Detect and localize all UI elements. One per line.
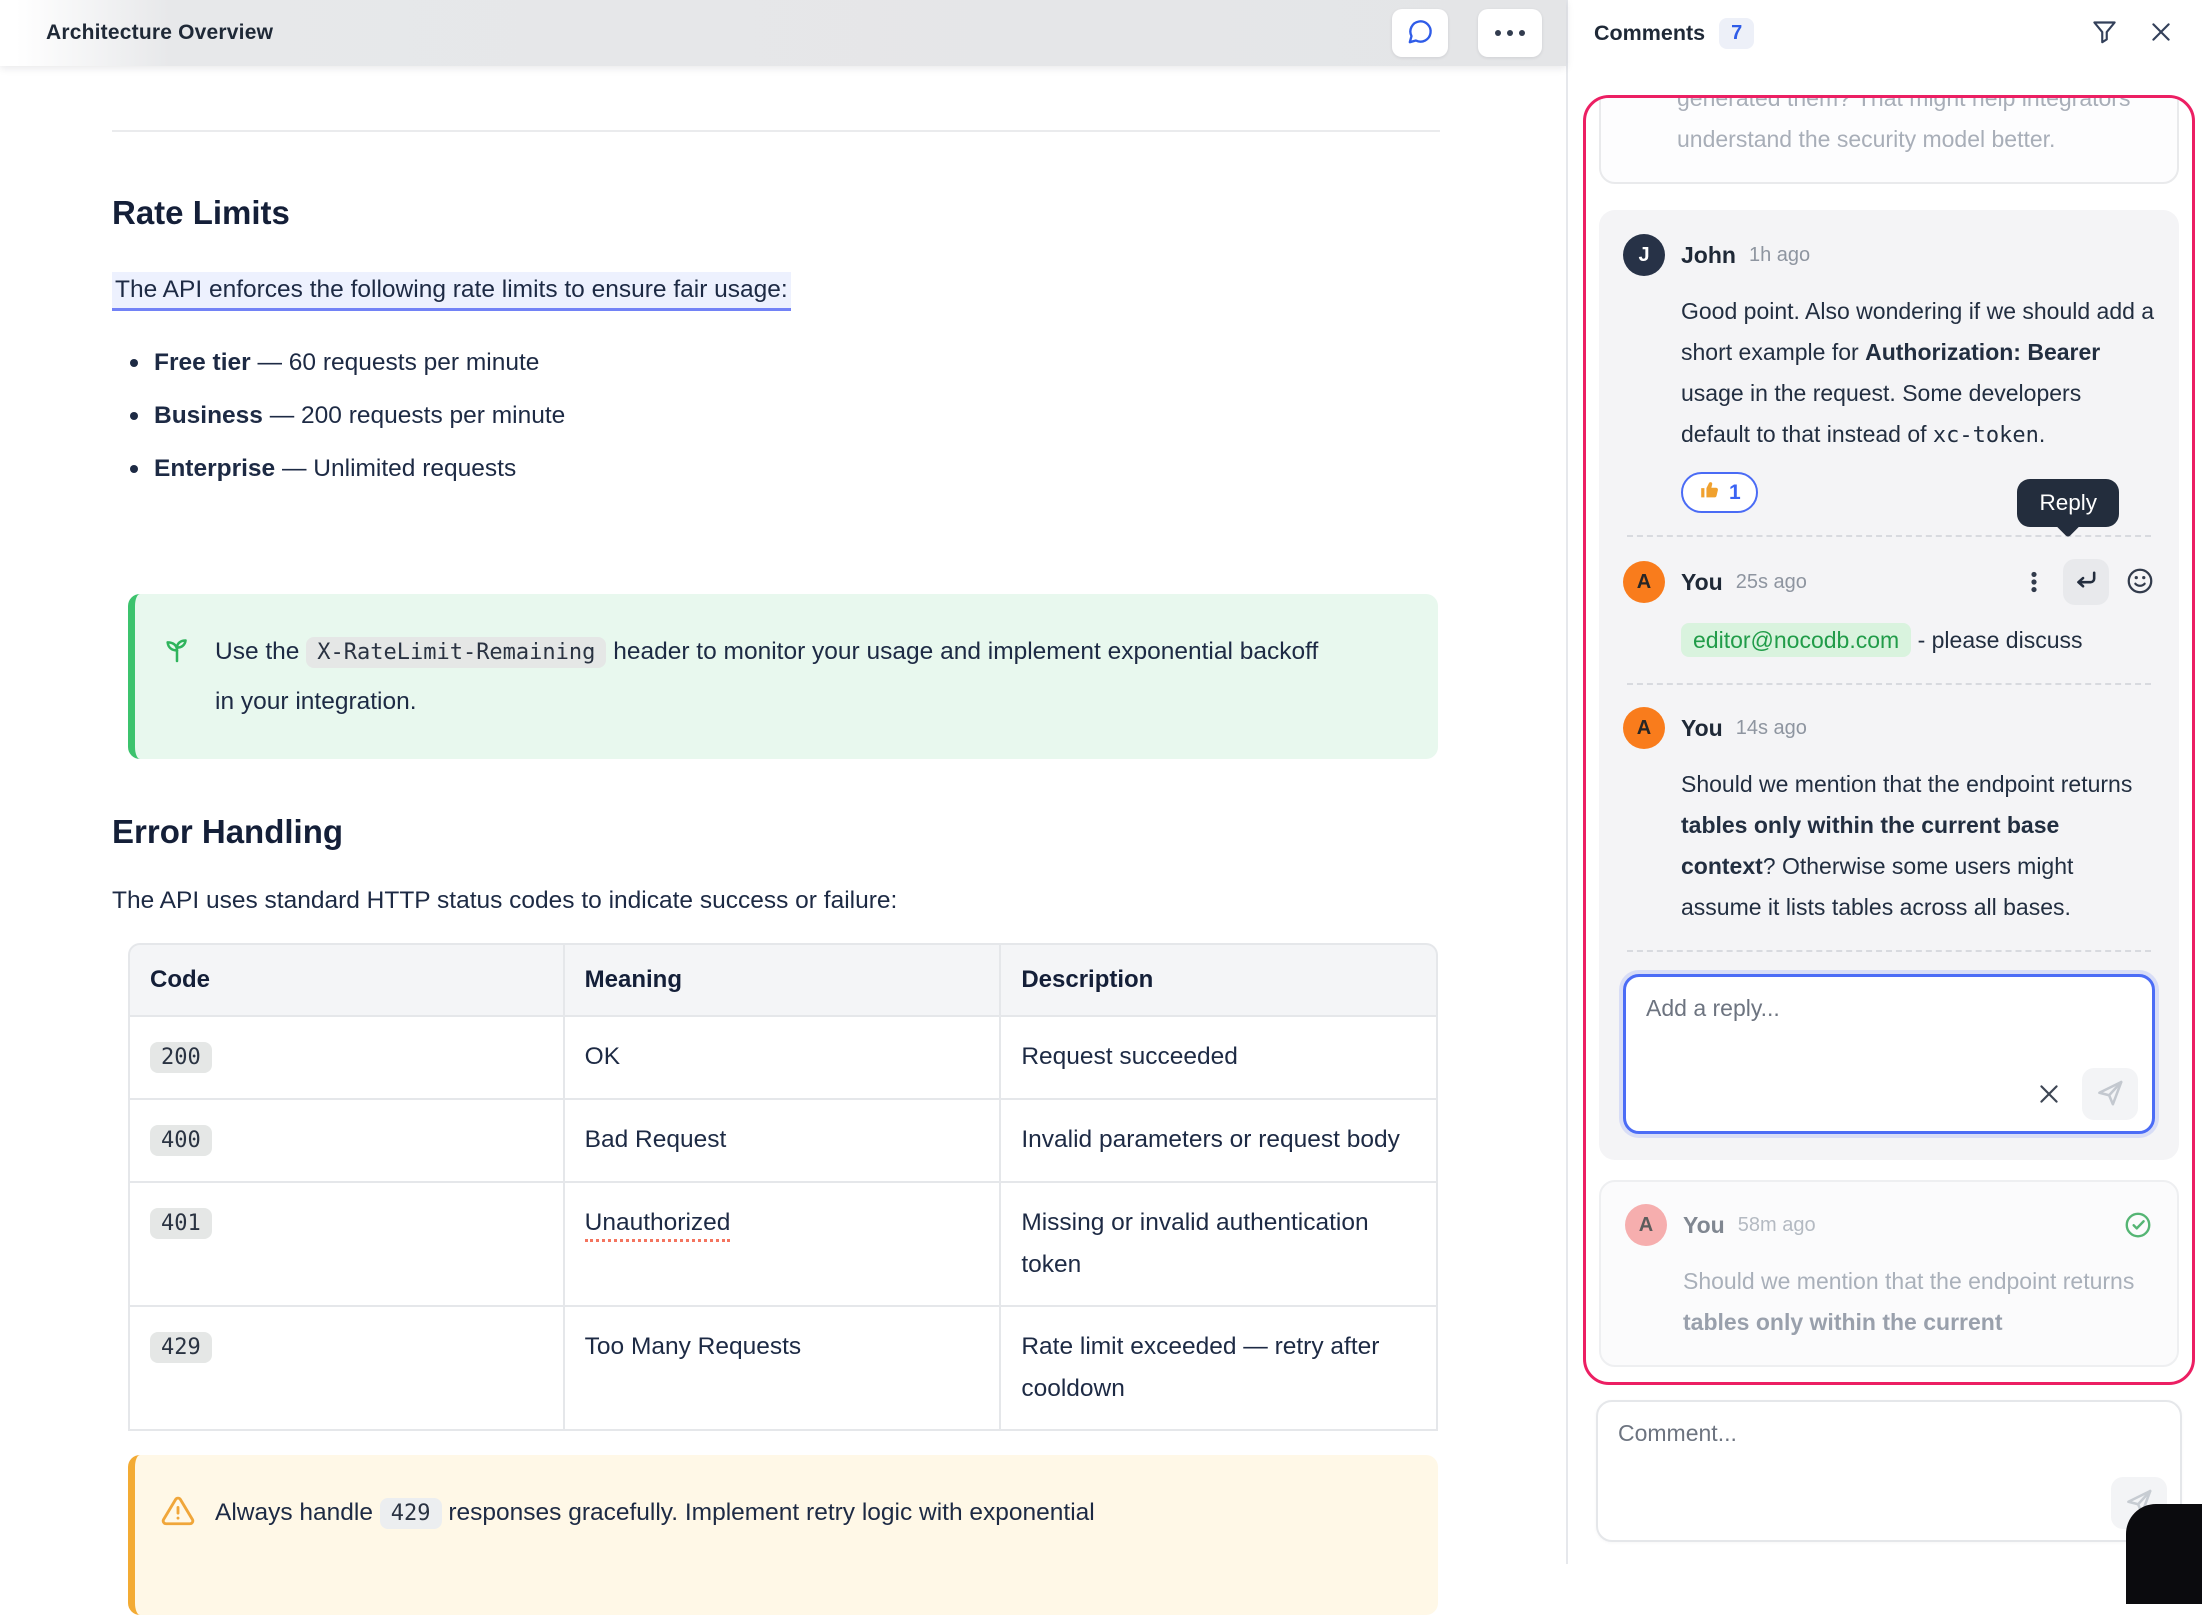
close-icon [2148, 19, 2174, 48]
comment-timestamp: 25s ago [1736, 571, 1807, 594]
table-row: 200 OK Request succeeded [128, 1017, 1438, 1100]
reply-arrow-icon [2072, 567, 2100, 598]
inline-code: 429 [380, 1498, 442, 1529]
resolved-comment-card[interactable]: A You 58m ago Should we mention that the… [1599, 1180, 2179, 1367]
smiley-icon [2125, 566, 2155, 599]
comment-divider [1627, 950, 2151, 952]
list-item: Enterprise — Unlimited requests [112, 452, 1440, 486]
active-thread-highlight-region: generated them? That might help integrat… [1583, 95, 2195, 1385]
column-header: Meaning [565, 943, 1002, 1017]
user-mention-chip[interactable]: editor@nocodb.com [1681, 623, 1911, 657]
warning-triangle-icon [161, 1488, 195, 1582]
active-comment-thread[interactable]: J John 1h ago Good point. Also wondering… [1599, 210, 2179, 1160]
document-body: Rate Limits The API enforces the followi… [0, 130, 1566, 1615]
cancel-reply-button[interactable] [2036, 1081, 2062, 1107]
reply-action-button[interactable] [2063, 559, 2109, 605]
close-panel-button[interactable] [2148, 19, 2174, 48]
comment-anchor-unauthorized[interactable]: Unauthorized [585, 1209, 731, 1242]
comment-text: editor@nocodb.com - please discuss [1681, 620, 2155, 661]
comment-author: John [1681, 242, 1736, 269]
table-row: 400 Bad Request Invalid parameters or re… [128, 1100, 1438, 1183]
thumbs-up-reaction-pill[interactable]: 1 [1681, 472, 1758, 513]
document-topbar: Architecture Overview [0, 0, 1566, 66]
avatar: A [1623, 561, 1665, 603]
error-handling-heading: Error Handling [112, 813, 1440, 851]
topbar-actions [1392, 9, 1542, 57]
comment-text: Good point. Also wondering if we should … [1681, 291, 2155, 456]
previous-comment-partial[interactable]: generated them? That might help integrat… [1599, 95, 2179, 184]
comment-kebab-menu-button[interactable] [2021, 569, 2047, 595]
comments-toggle-button[interactable] [1392, 9, 1448, 57]
comment-divider [1627, 535, 2151, 537]
ellipsis-icon [1495, 30, 1525, 36]
page-title: Architecture Overview [46, 21, 273, 45]
comment-header-row: A You 14s ago [1623, 707, 2155, 749]
column-header: Code [128, 943, 565, 1017]
comments-panel-header: Comments 7 [1568, 0, 2202, 66]
add-reaction-button[interactable] [2125, 566, 2155, 599]
send-icon [2095, 1078, 2125, 1111]
commented-highlight-text[interactable]: The API enforces the following rate limi… [112, 272, 791, 311]
comment-header-row: A You 25s ago [1623, 559, 2155, 605]
warning-callout: Always handle 429 responses gracefully. … [128, 1455, 1438, 1615]
list-item: Business — 200 requests per minute [112, 399, 1440, 433]
reply-input-box [1623, 974, 2155, 1134]
inline-code: xc-token [1933, 423, 2039, 448]
comment-timestamp: 1h ago [1749, 244, 1810, 267]
status-code-chip: 400 [150, 1125, 212, 1156]
seedling-icon [161, 627, 195, 726]
comment-header-row: A You 58m ago [1625, 1204, 2153, 1246]
filter-comments-button[interactable] [2091, 18, 2118, 48]
reaction-count: 1 [1729, 481, 1741, 505]
thumbs-up-icon [1698, 479, 1720, 506]
document-area: Architecture Overview Rate Limits The AP… [0, 0, 1566, 1564]
comment-text: Should we mention that the endpoint retu… [1681, 764, 2155, 928]
error-handling-intro: The API uses standard HTTP status codes … [112, 887, 1440, 915]
new-comment-input[interactable] [1598, 1402, 2180, 1482]
status-codes-table: Code Meaning Description 200 OK Request … [128, 943, 1438, 1431]
status-code-chip: 429 [150, 1332, 212, 1363]
send-reply-button[interactable] [2082, 1068, 2138, 1120]
comment-timestamp: 58m ago [1738, 1214, 1816, 1237]
more-options-button[interactable] [1478, 9, 1542, 57]
table-header-row: Code Meaning Description [128, 943, 1438, 1017]
comments-panel: Comments 7 generated them? That might he… [1566, 0, 2202, 1564]
comment-header-row: J John 1h ago [1623, 234, 2155, 276]
resolved-check-icon [2123, 1210, 2153, 1240]
avatar: J [1623, 234, 1665, 276]
new-comment-box [1596, 1400, 2182, 1542]
rate-limit-list: Free tier — 60 requests per minute Busin… [112, 346, 1440, 486]
tooltip-tail [2056, 512, 2081, 537]
comment-text: Should we mention that the endpoint retu… [1683, 1261, 2153, 1343]
chat-bubble-icon [1407, 18, 1434, 48]
comments-count-badge: 7 [1719, 18, 1754, 49]
table-row: 401 Unauthorized Missing or invalid auth… [128, 1183, 1438, 1307]
comment-divider [1627, 683, 2151, 685]
comment-author: You [1683, 1212, 1725, 1239]
tip-callout: Use the X-RateLimit-Remaining header to … [128, 594, 1438, 759]
rate-limits-heading: Rate Limits [112, 194, 1440, 232]
reply-tooltip: Reply [2017, 479, 2119, 527]
overlay-corner-artifact [2126, 1504, 2202, 1604]
comment-author: You [1681, 569, 1723, 596]
section-divider [112, 130, 1440, 132]
warning-text: Always handle 429 responses gracefully. … [215, 1488, 1095, 1582]
filter-funnel-icon [2091, 18, 2118, 48]
comments-title: Comments [1594, 21, 1705, 46]
avatar: A [1623, 707, 1665, 749]
table-row: 429 Too Many Requests Rate limit exceede… [128, 1307, 1438, 1431]
status-code-chip: 200 [150, 1042, 212, 1073]
avatar: A [1625, 1204, 1667, 1246]
reply-input[interactable] [1626, 977, 2152, 1057]
column-header: Description [1001, 943, 1438, 1017]
status-code-chip: 401 [150, 1208, 212, 1239]
inline-code: X-RateLimit-Remaining [306, 637, 606, 668]
comment-author: You [1681, 715, 1723, 742]
tip-text: Use the X-RateLimit-Remaining header to … [215, 627, 1335, 726]
list-item: Free tier — 60 requests per minute [112, 346, 1440, 380]
comment-timestamp: 14s ago [1736, 717, 1807, 740]
